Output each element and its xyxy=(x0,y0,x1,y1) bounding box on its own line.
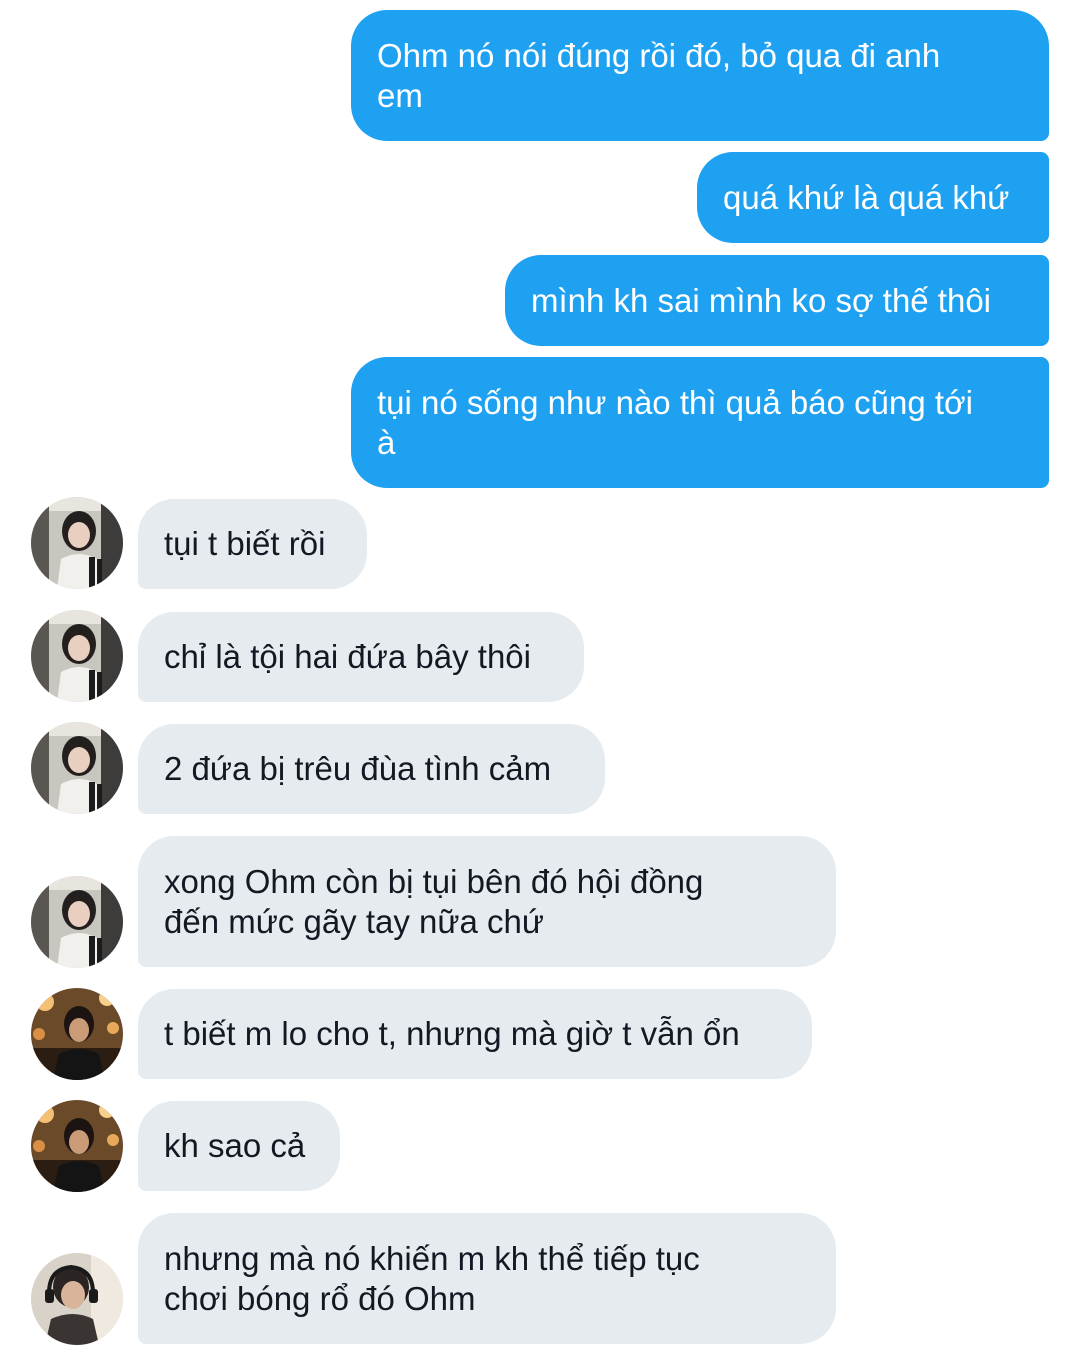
message-text: t biết m lo cho t, nhưng mà giờ t vẫn ổn xyxy=(164,1015,740,1052)
message-text: tụi nó sống như nào thì quả báo cũng tới… xyxy=(377,383,973,461)
sent-message-bubble[interactable]: mình kh sai mình ko sợ thế thôi xyxy=(505,255,1049,346)
avatar-boy-lights-icon[interactable] xyxy=(31,988,123,1080)
received-message-bubble[interactable]: nhưng mà nó khiến m kh thể tiếp tục chơi… xyxy=(138,1213,836,1344)
message-text: 2 đứa bị trêu đùa tình cảm xyxy=(164,750,552,787)
avatar-girl-icon[interactable] xyxy=(31,497,123,589)
received-message-bubble[interactable]: xong Ohm còn bị tụi bên đó hội đồng đến … xyxy=(138,836,836,967)
message-text: nhưng mà nó khiến m kh thể tiếp tục chơi… xyxy=(164,1239,700,1317)
sent-message-bubble[interactable]: Ohm nó nói đúng rồi đó, bỏ qua đi anh em xyxy=(351,10,1049,141)
message-text: kh sao cả xyxy=(164,1127,306,1164)
message-text: quá khứ là quá khứ xyxy=(723,178,1010,216)
sent-message-bubble[interactable]: tụi nó sống như nào thì quả báo cũng tới… xyxy=(351,357,1049,488)
message-text: Ohm nó nói đúng rồi đó, bỏ qua đi anh em xyxy=(377,36,941,114)
avatar-boy-lights-icon[interactable] xyxy=(31,1100,123,1192)
avatar-boy-headphones-icon[interactable] xyxy=(31,1253,123,1345)
message-text: tụi t biết rồi xyxy=(164,525,326,562)
received-message-bubble[interactable]: 2 đứa bị trêu đùa tình cảm xyxy=(138,724,605,814)
sent-message-bubble[interactable]: quá khứ là quá khứ xyxy=(697,152,1049,243)
avatar-girl-icon[interactable] xyxy=(31,722,123,814)
message-text: xong Ohm còn bị tụi bên đó hội đồng đến … xyxy=(164,862,704,940)
received-message-bubble[interactable]: kh sao cả xyxy=(138,1101,340,1191)
message-text: mình kh sai mình ko sợ thế thôi xyxy=(531,281,992,319)
received-message-bubble[interactable]: tụi t biết rồi xyxy=(138,499,367,589)
message-text: chỉ là tội hai đứa bây thôi xyxy=(164,638,531,675)
avatar-girl-icon[interactable] xyxy=(31,876,123,968)
received-message-bubble[interactable]: chỉ là tội hai đứa bây thôi xyxy=(138,612,584,702)
avatar-girl-icon[interactable] xyxy=(31,610,123,702)
received-message-bubble[interactable]: t biết m lo cho t, nhưng mà giờ t vẫn ổn xyxy=(138,989,812,1079)
